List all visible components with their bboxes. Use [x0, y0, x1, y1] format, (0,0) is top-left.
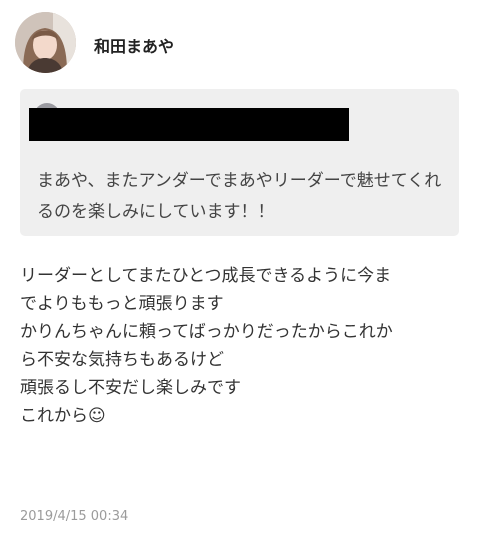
post-body-line: リーダーとしてまたひとつ成長できるように今ま	[20, 266, 392, 286]
quoted-comment-text: まあや、またアンダーでまあやリーダーで魅せてくれるのを楽しみにしています！！	[37, 171, 442, 222]
post-body-line: でよりももっと頑張ります	[20, 294, 224, 314]
quoted-comment: まあや、またアンダーでまあやリーダーで魅せてくれるのを楽しみにしています！！	[20, 89, 459, 236]
post-body-line: 頑張るし不安だし楽しみです	[20, 378, 241, 398]
author-avatar-photo-icon	[15, 12, 76, 73]
author-avatar[interactable]	[15, 12, 76, 73]
post-timestamp: 2019/4/15 00:34	[20, 509, 129, 524]
post-body-line: これから☺	[20, 406, 106, 426]
post-body-line: かりんちゃんに頼ってばっかりだったからこれか	[20, 322, 393, 342]
redacted-username	[29, 108, 349, 141]
author-name[interactable]: 和田まあや	[94, 33, 174, 57]
post-body-line: ら不安な気持ちもあるけど	[20, 350, 224, 370]
post-body: リーダーとしてまたひとつ成長できるように今ま でよりももっと頑張ります かりんち…	[20, 262, 470, 430]
